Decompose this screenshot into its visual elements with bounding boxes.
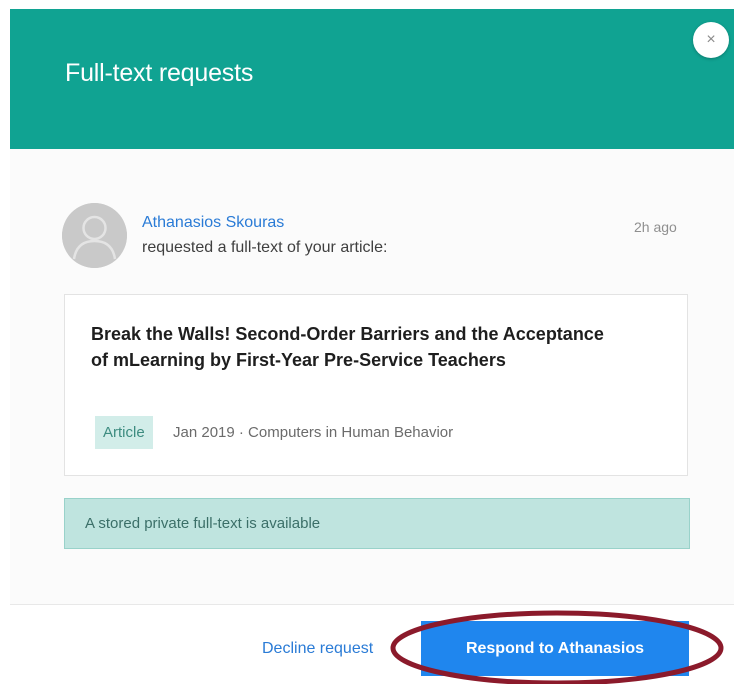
avatar[interactable] [62,203,127,268]
article-card[interactable]: Break the Walls! Second-Order Barriers a… [64,294,688,476]
dialog-title: Full-text requests [65,59,254,87]
user-silhouette-icon [62,203,127,268]
full-text-notice: A stored private full-text is available [64,498,690,549]
full-text-requests-dialog: Full-text requests × Athanasios Skouras … [0,0,734,684]
notice-text: A stored private full-text is available [85,515,321,532]
respond-button-label: Respond to Athanasios [465,639,645,657]
article-title[interactable]: Break the Walls! Second-Order Barriers a… [91,321,611,373]
requester-name-link[interactable]: Athanasios Skouras [142,214,284,232]
decline-request-button[interactable]: Decline request [262,640,373,658]
article-type-badge: Article [95,416,153,449]
request-description: requested a full-text of your article: [142,239,388,256]
close-button[interactable]: × [693,22,729,58]
dialog-header: Full-text requests [10,9,734,149]
footer-divider [10,604,734,605]
article-meta: Jan 2019 · Computers in Human Behavior [173,424,454,441]
close-icon: × [706,31,716,48]
respond-button[interactable]: Respond to Athanasios [421,621,689,676]
request-timestamp: 2h ago [634,219,677,235]
